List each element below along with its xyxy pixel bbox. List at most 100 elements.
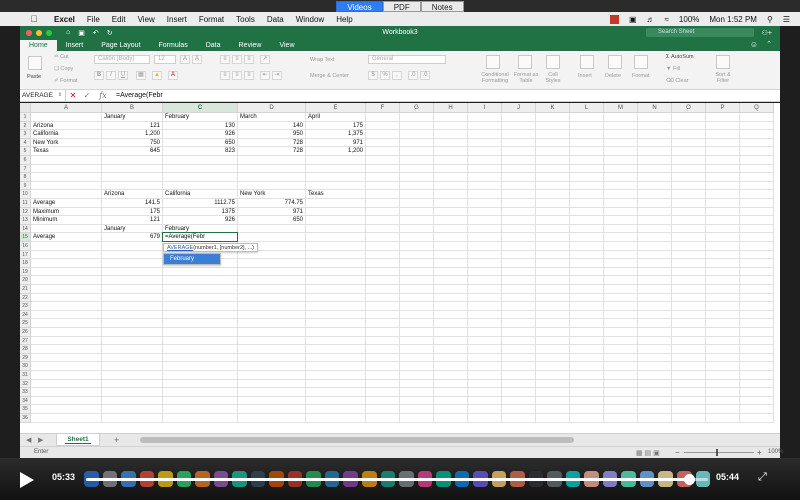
cell-b1[interactable]: January xyxy=(102,113,127,122)
clear-button[interactable]: ⌫ Clear xyxy=(666,78,688,84)
column-header-m[interactable]: M xyxy=(604,103,638,113)
row-header-10[interactable]: 10 xyxy=(20,190,31,199)
insert-function-icon[interactable]: fx xyxy=(94,91,112,100)
borders-icon[interactable]: ▦ xyxy=(136,71,146,80)
row-header-12[interactable]: 12 xyxy=(20,207,31,217)
sheet-tab-sheet1[interactable]: Sheet1 xyxy=(56,434,100,446)
row-header-24[interactable]: 24 xyxy=(20,310,31,320)
cell-c1[interactable]: February xyxy=(163,113,191,122)
view-buttons[interactable]: ▦ ▤ ▣ xyxy=(636,449,660,457)
cell-a12[interactable]: Maximum xyxy=(31,208,61,217)
column-header-c[interactable]: C xyxy=(163,103,238,113)
active-cell-text[interactable]: =Average(Febr xyxy=(163,233,207,242)
row-header-8[interactable]: 8 xyxy=(20,173,31,182)
align-left-icon[interactable]: ≡ xyxy=(220,71,230,80)
row-header-3[interactable]: 3 xyxy=(20,130,31,139)
zoom-out-icon[interactable]: − xyxy=(675,448,680,457)
format-cells-icon[interactable] xyxy=(634,55,648,69)
menu-insert[interactable]: Insert xyxy=(167,15,187,24)
apple-icon[interactable]:  xyxy=(26,14,42,24)
column-header-n[interactable]: N xyxy=(638,103,672,113)
font-name-select[interactable]: Calibri (Body) xyxy=(94,55,150,64)
comma-icon[interactable]: , xyxy=(392,71,402,80)
undo-icon[interactable]: ↶ xyxy=(93,29,99,37)
wrap-text-button[interactable]: Wrap Text xyxy=(310,57,335,63)
paste-button[interactable]: Paste xyxy=(27,74,41,80)
cell-c3[interactable]: 926 xyxy=(163,130,237,139)
column-header-b[interactable]: B xyxy=(102,103,163,113)
row-header-5[interactable]: 5 xyxy=(20,147,31,156)
font-size-select[interactable]: 12 xyxy=(154,55,176,64)
insert-cells-button[interactable]: Insert xyxy=(578,73,592,79)
row-header-13[interactable]: 13 xyxy=(20,216,31,225)
row-header-21[interactable]: 21 xyxy=(20,285,31,294)
menu-edit[interactable]: Edit xyxy=(112,15,126,24)
align-right-icon[interactable]: ≡ xyxy=(244,71,254,80)
function-help-link[interactable]: AVERAGE xyxy=(167,245,193,251)
zoom-slider-knob[interactable] xyxy=(716,449,718,456)
conditional-formatting-button[interactable]: Conditional Formatting xyxy=(478,72,512,84)
align-top-icon[interactable]: ≡ xyxy=(220,55,230,64)
format-as-table-button[interactable]: Format as Table xyxy=(512,72,540,84)
row-header-26[interactable]: 26 xyxy=(20,328,31,337)
align-center-icon[interactable]: ≡ xyxy=(232,71,242,80)
menu-window[interactable]: Window xyxy=(296,15,324,24)
column-header-i[interactable]: I xyxy=(468,103,502,113)
row-header-1[interactable]: 1 xyxy=(20,113,31,122)
menu-format[interactable]: Format xyxy=(199,15,224,24)
zoom-in-icon[interactable]: + xyxy=(757,448,762,457)
underline-button[interactable]: U xyxy=(118,71,128,80)
row-header-9[interactable]: 9 xyxy=(20,181,31,191)
row-header-31[interactable]: 31 xyxy=(20,371,31,380)
cell-styles-icon[interactable] xyxy=(546,55,560,69)
sort-filter-button[interactable]: Sort & Filter xyxy=(710,72,736,84)
notification-center-icon[interactable]: ☰ xyxy=(783,15,790,24)
row-header-7[interactable]: 7 xyxy=(20,164,31,174)
cell-b2[interactable]: 121 xyxy=(102,122,162,131)
battery-percent[interactable]: 100% xyxy=(679,15,699,24)
fullscreen-icon[interactable]: ⤢ xyxy=(758,471,767,484)
cell-b3[interactable]: 1,200 xyxy=(102,130,162,139)
cell-d13[interactable]: 650 xyxy=(238,216,305,225)
column-header-e[interactable]: E xyxy=(306,103,366,113)
cell-d5[interactable]: 728 xyxy=(238,147,305,156)
row-header-33[interactable]: 33 xyxy=(20,388,31,397)
cell-c11[interactable]: 1112.75 xyxy=(163,199,237,208)
cell-b4[interactable]: 750 xyxy=(102,139,162,148)
align-middle-icon[interactable]: ≡ xyxy=(232,55,242,64)
column-header-l[interactable]: L xyxy=(570,103,604,113)
worksheet-grid[interactable]: A B C D E F G H I J K L M N O P Q 1 2 3 4 5 6 7 8 9 10 11 12 13 14 15 16… xyxy=(20,103,780,433)
volume-icon[interactable]: ♬ xyxy=(647,15,655,24)
row-header-27[interactable]: 27 xyxy=(20,336,31,346)
cell-d10[interactable]: New York xyxy=(238,190,267,199)
column-header-g[interactable]: G xyxy=(400,103,434,113)
row-header-15[interactable]: 15 xyxy=(20,233,31,242)
cell-d4[interactable]: 728 xyxy=(238,139,305,148)
column-header-f[interactable]: F xyxy=(366,103,400,113)
tab-pdf[interactable]: PDF xyxy=(382,0,421,12)
menu-file[interactable]: File xyxy=(87,15,100,24)
tab-videos[interactable]: Videos xyxy=(336,0,383,12)
progress-track[interactable] xyxy=(86,474,708,485)
home-icon[interactable]: ⌂ xyxy=(66,29,70,37)
cell-e2[interactable]: 175 xyxy=(306,122,365,131)
row-header-11[interactable]: 11 xyxy=(20,199,31,208)
cell-b5[interactable]: 645 xyxy=(102,147,162,156)
menu-app-excel[interactable]: Excel xyxy=(54,15,75,24)
redo-icon[interactable]: ↻ xyxy=(107,29,113,37)
clock[interactable]: Mon 1:52 PM xyxy=(709,15,757,24)
horizontal-scrollbar[interactable] xyxy=(140,437,574,443)
row-header-29[interactable]: 29 xyxy=(20,353,31,363)
row-header-20[interactable]: 20 xyxy=(20,276,31,285)
bold-button[interactable]: B xyxy=(94,71,104,80)
delete-cells-icon[interactable] xyxy=(608,55,622,69)
cancel-entry-icon[interactable]: ✕ xyxy=(66,91,80,100)
format-painter-button[interactable]: ✐ Format xyxy=(54,78,78,84)
row-header-25[interactable]: 25 xyxy=(20,319,31,328)
confirm-entry-icon[interactable]: ✓ xyxy=(80,91,94,100)
status-app-icon[interactable] xyxy=(609,14,619,24)
tab-view[interactable]: View xyxy=(270,40,303,51)
autosum-button[interactable]: Σ AutoSum xyxy=(666,54,694,60)
cell-c14[interactable]: February xyxy=(163,225,191,234)
cell-b15[interactable]: 679 xyxy=(102,233,162,242)
